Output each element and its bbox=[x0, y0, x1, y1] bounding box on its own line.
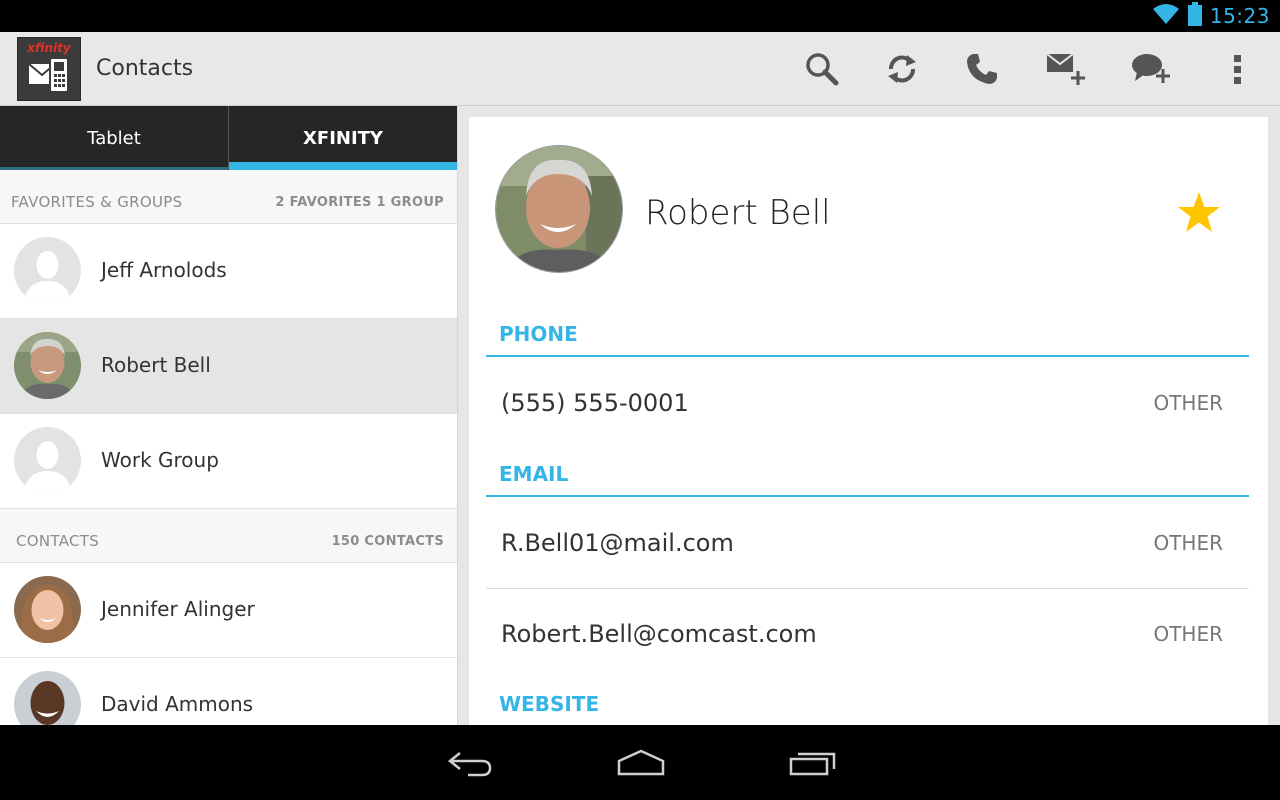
action-bar: xfinity Contacts bbox=[0, 32, 1280, 106]
email-section-header: EMAIL bbox=[486, 457, 1249, 497]
email-row[interactable]: R.Bell01@mail.com OTHER bbox=[486, 499, 1249, 589]
contacts-section-header: CONTACTS 150 CONTACTS bbox=[0, 509, 457, 563]
avatar bbox=[14, 332, 81, 399]
email-address: Robert.Bell@comcast.com bbox=[501, 620, 817, 648]
sync-button[interactable] bbox=[877, 44, 927, 94]
contact-name-heading: Robert Bell bbox=[645, 193, 831, 233]
section-count: 2 FAVORITES 1 GROUP bbox=[275, 195, 444, 210]
back-button[interactable] bbox=[431, 739, 511, 787]
contact-name: Robert Bell bbox=[101, 353, 211, 377]
section-title: FAVORITES & GROUPS bbox=[11, 193, 183, 211]
recent-apps-button[interactable] bbox=[773, 739, 853, 787]
email-row[interactable]: Robert.Bell@comcast.com OTHER bbox=[486, 590, 1249, 680]
new-email-button[interactable] bbox=[1041, 44, 1091, 94]
avatar bbox=[14, 576, 81, 643]
home-button[interactable] bbox=[601, 739, 681, 787]
back-icon bbox=[447, 752, 492, 777]
wifi-icon bbox=[1152, 3, 1180, 29]
battery-icon bbox=[1187, 2, 1202, 30]
section-title: CONTACTS bbox=[16, 532, 100, 550]
phone-type: OTHER bbox=[1153, 391, 1223, 415]
default-avatar-icon bbox=[14, 427, 81, 494]
contact-photo bbox=[495, 145, 623, 273]
list-item[interactable]: Work Group bbox=[0, 414, 457, 509]
section-title: PHONE bbox=[499, 322, 578, 346]
phone-section-header: PHONE bbox=[486, 317, 1249, 357]
contact-name: Work Group bbox=[101, 448, 219, 472]
tab-label: XFINITY bbox=[303, 127, 383, 149]
home-icon bbox=[617, 749, 665, 776]
search-icon bbox=[806, 53, 839, 86]
phone-row[interactable]: (555) 555-0001 OTHER bbox=[486, 359, 1249, 449]
search-button[interactable] bbox=[797, 44, 847, 94]
new-mail-icon bbox=[1046, 53, 1085, 85]
call-button[interactable] bbox=[957, 44, 1007, 94]
account-tabs: Tablet XFINITY bbox=[0, 106, 457, 170]
clock: 15:23 bbox=[1209, 4, 1270, 28]
contact-detail-pane: Robert Bell PHONE (555) 555-0001 OTHER E… bbox=[469, 117, 1268, 725]
section-title: WEBSITE bbox=[499, 692, 600, 716]
app-screen: 15:23 xfinity Contacts Tablet XFINITY FA… bbox=[0, 0, 1280, 800]
list-item[interactable]: Jennifer Alinger bbox=[0, 563, 457, 658]
avatar bbox=[14, 671, 81, 725]
favorite-star-icon[interactable] bbox=[1175, 189, 1223, 237]
default-avatar-icon bbox=[14, 237, 81, 304]
app-logo-text: xfinity bbox=[27, 41, 71, 55]
list-item[interactable]: David Ammons bbox=[0, 658, 457, 725]
contact-name: Jennifer Alinger bbox=[101, 597, 255, 621]
tab-tablet[interactable]: Tablet bbox=[0, 106, 228, 170]
phone-icon bbox=[967, 54, 997, 84]
list-item[interactable]: Robert Bell bbox=[0, 319, 457, 414]
contact-name: Jeff Arnolods bbox=[101, 258, 227, 282]
contact-list-pane: Tablet XFINITY FAVORITES & GROUPS 2 FAVO… bbox=[0, 106, 458, 725]
email-address: R.Bell01@mail.com bbox=[501, 529, 734, 557]
mail-phone-icon bbox=[28, 58, 69, 93]
phone-number: (555) 555-0001 bbox=[501, 389, 689, 417]
tab-label: Tablet bbox=[87, 127, 141, 149]
email-type: OTHER bbox=[1153, 531, 1223, 555]
app-icon[interactable]: xfinity bbox=[17, 37, 81, 101]
website-section-header: WEBSITE bbox=[486, 687, 1249, 725]
app-title: Contacts bbox=[96, 56, 194, 81]
section-title: EMAIL bbox=[499, 462, 569, 486]
section-count: 150 CONTACTS bbox=[331, 534, 444, 549]
new-message-button[interactable] bbox=[1126, 44, 1176, 94]
overflow-menu-icon bbox=[1234, 55, 1241, 84]
new-message-icon bbox=[1132, 54, 1170, 83]
email-type: OTHER bbox=[1153, 622, 1223, 646]
overflow-menu-button[interactable] bbox=[1212, 44, 1262, 94]
status-bar: 15:23 bbox=[0, 0, 1280, 32]
sync-icon bbox=[888, 55, 916, 83]
recent-apps-icon bbox=[789, 752, 836, 776]
list-item[interactable]: Jeff Arnolods bbox=[0, 224, 457, 319]
navigation-bar bbox=[0, 725, 1280, 800]
tab-xfinity[interactable]: XFINITY bbox=[228, 106, 457, 170]
contact-name: David Ammons bbox=[101, 692, 254, 716]
favorites-section-header: FAVORITES & GROUPS 2 FAVORITES 1 GROUP bbox=[0, 170, 457, 224]
